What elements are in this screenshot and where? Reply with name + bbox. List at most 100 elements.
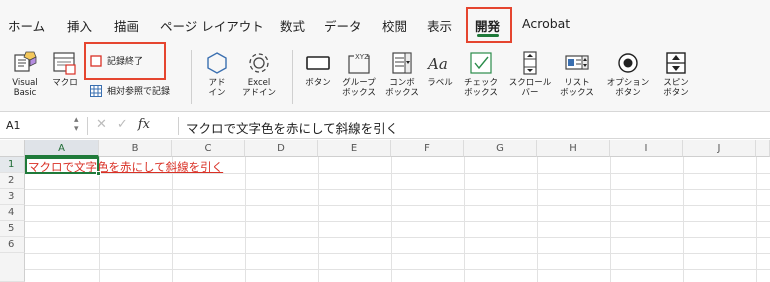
tab-formulas[interactable]: 数式 — [280, 16, 305, 35]
label-icon: Aa — [426, 48, 454, 78]
combo-box-control[interactable]: コンボ ボックス — [383, 48, 421, 98]
spin-button-label: スピン ボタン — [663, 78, 689, 98]
fill-handle[interactable] — [96, 171, 101, 176]
column-header-j[interactable]: J — [683, 140, 756, 157]
formula-input[interactable]: マクロで文字色を赤にして斜線を引く — [186, 118, 398, 137]
spin-button-icon — [663, 48, 689, 78]
tab-data[interactable]: データ — [324, 16, 362, 35]
visual-basic-button[interactable]: Visual Basic — [6, 48, 44, 98]
column-header-f[interactable]: F — [391, 140, 464, 157]
row-header-2[interactable]: 2 — [0, 173, 25, 189]
svg-text:XYZ: XYZ — [355, 53, 369, 61]
developer-ribbon: Visual Basic マクロ 記録終了 相対参照で記録 アド イン Exce… — [0, 42, 770, 112]
button-control-label: ボタン — [305, 78, 331, 88]
check-box-icon — [468, 48, 494, 78]
row-gridline — [25, 269, 770, 270]
scroll-bar-label: スクロール バー — [508, 78, 552, 98]
column-gridline — [610, 157, 611, 282]
cancel-icon[interactable]: ✕ — [96, 117, 107, 132]
excel-add-ins-button[interactable]: Excel アドイン — [238, 48, 280, 98]
column-gridline — [391, 157, 392, 282]
tab-review[interactable]: 校閲 — [382, 16, 407, 35]
name-box-stepper-icon[interactable]: ▴ ▾ — [74, 116, 79, 134]
column-gridline — [318, 157, 319, 282]
tab-acrobat[interactable]: Acrobat — [522, 16, 570, 31]
macro-button[interactable]: マクロ — [48, 48, 82, 88]
tab-draw[interactable]: 描画 — [114, 16, 139, 35]
tab-insert[interactable]: 挿入 — [67, 16, 92, 35]
column-gridline — [756, 157, 757, 282]
tab-page-layout[interactable]: ページ レイアウト — [160, 16, 264, 35]
radio-button-icon — [615, 48, 641, 78]
combo-box-icon — [389, 48, 415, 78]
row-header-6[interactable]: 6 — [0, 237, 25, 253]
tab-home[interactable]: ホーム — [8, 16, 45, 35]
ribbon-tab-bar: ホーム 挿入 描画 ページ レイアウト 数式 データ 校閲 表示 開発 Acro… — [0, 0, 770, 46]
excel-add-ins-label: Excel アドイン — [241, 78, 276, 98]
active-cell-a1[interactable] — [25, 157, 99, 174]
group-box-control[interactable]: XYZ グループ ボックス — [338, 48, 380, 98]
column-gridline — [683, 157, 684, 282]
row-header-1[interactable]: 1 — [0, 157, 25, 173]
row-header-4[interactable]: 4 — [0, 205, 25, 221]
fx-icon[interactable]: fx — [138, 117, 150, 132]
column-gridline — [172, 157, 173, 282]
macro-label: マクロ — [52, 78, 78, 88]
check-box-control[interactable]: チェック ボックス — [461, 48, 501, 98]
column-header-a[interactable]: A — [25, 140, 99, 157]
column-gridline — [537, 157, 538, 282]
add-ins-button[interactable]: アド イン — [200, 48, 234, 98]
stop-recording-highlight — [84, 42, 166, 80]
row-gridline — [25, 237, 770, 238]
row-gridline — [25, 205, 770, 206]
row-header-5[interactable]: 5 — [0, 221, 25, 237]
formula-separator — [87, 117, 88, 135]
option-button-label: オプション ボタン — [606, 78, 650, 98]
visual-basic-icon — [12, 48, 38, 78]
visual-basic-label: Visual Basic — [12, 78, 38, 98]
macro-icon — [52, 48, 78, 78]
button-control-icon — [304, 48, 332, 78]
label-control-label: ラベル — [427, 78, 453, 88]
column-header-c[interactable]: C — [172, 140, 245, 157]
scroll-bar-icon — [520, 48, 540, 78]
scroll-bar-control[interactable]: スクロール バー — [506, 48, 554, 98]
ribbon-separator — [292, 50, 293, 104]
list-box-icon — [563, 48, 591, 78]
formula-actions: ✕ ✓ fx — [96, 117, 150, 132]
gear-icon — [246, 48, 272, 78]
name-box-value: A1 — [6, 119, 21, 132]
button-control[interactable]: ボタン — [300, 48, 336, 88]
ribbon-separator — [191, 50, 192, 104]
select-all-corner[interactable] — [0, 140, 25, 157]
confirm-icon[interactable]: ✓ — [117, 117, 128, 132]
add-ins-icon — [204, 48, 230, 78]
group-box-label: グループ ボックス — [342, 78, 376, 98]
spin-button-control[interactable]: スピン ボタン — [656, 48, 696, 98]
option-button-control[interactable]: オプション ボタン — [603, 48, 653, 98]
column-header-g[interactable]: G — [464, 140, 537, 157]
column-header-h[interactable]: H — [537, 140, 610, 157]
label-control[interactable]: Aa ラベル — [425, 48, 455, 88]
row-gridline — [25, 253, 770, 254]
column-header-b[interactable]: B — [99, 140, 172, 157]
group-box-icon: XYZ — [345, 48, 373, 78]
column-header-d[interactable]: D — [245, 140, 318, 157]
column-gridline — [245, 157, 246, 282]
formula-bar: A1 ▴ ▾ ✕ ✓ fx マクロで文字色を赤にして斜線を引く — [0, 113, 770, 139]
relative-reference-button[interactable]: 相対参照で記録 — [90, 84, 170, 97]
column-header-e[interactable]: E — [318, 140, 391, 157]
svg-text:Aa: Aa — [426, 55, 448, 73]
row-header-3[interactable]: 3 — [0, 189, 25, 205]
formula-separator — [178, 117, 179, 135]
column-header-i[interactable]: I — [610, 140, 683, 157]
active-tab-indicator — [477, 34, 499, 37]
tab-view[interactable]: 表示 — [427, 16, 452, 35]
check-box-label: チェック ボックス — [463, 78, 498, 98]
row-gridline — [25, 221, 770, 222]
list-box-control[interactable]: リスト ボックス — [558, 48, 596, 98]
row-header-7[interactable] — [0, 253, 25, 282]
column-header-k[interactable] — [756, 140, 770, 157]
list-box-label: リスト ボックス — [560, 78, 594, 98]
row-gridline — [25, 189, 770, 190]
